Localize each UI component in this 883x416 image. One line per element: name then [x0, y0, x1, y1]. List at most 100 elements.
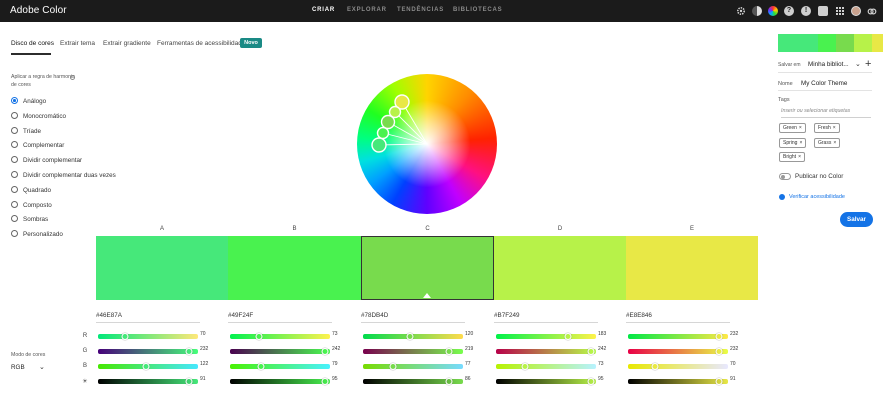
radio-button[interactable]	[11, 126, 18, 134]
tag-chip[interactable]: Bright ×	[779, 152, 805, 162]
green-slider[interactable]	[628, 347, 728, 355]
harmony-rule-option[interactable]: Complementar	[11, 141, 64, 151]
red-slider[interactable]	[230, 332, 330, 340]
gear-icon[interactable]	[736, 6, 746, 16]
channel-value[interactable]: 79	[332, 361, 348, 367]
channel-value[interactable]: 122	[200, 361, 216, 367]
tab-ferramentas-acessibilidade[interactable]: Ferramentas de acessibilidade	[157, 40, 246, 47]
nav-bibliotecas[interactable]: BIBLIOTECAS	[453, 7, 502, 13]
hex-input[interactable]: #78DB4D	[361, 312, 465, 323]
color-swatch[interactable]	[361, 236, 494, 300]
info-icon[interactable]	[70, 75, 75, 80]
blue-slider[interactable]	[230, 362, 330, 370]
grid-apps-icon[interactable]	[835, 6, 845, 16]
slider-handle[interactable]	[321, 347, 329, 355]
remove-tag-icon[interactable]: ×	[833, 140, 836, 146]
brightness-slider[interactable]	[363, 377, 463, 385]
tag-chip[interactable]: Fresh ×	[814, 123, 840, 133]
channel-value[interactable]: 77	[465, 361, 481, 367]
green-slider[interactable]	[496, 347, 596, 355]
green-slider[interactable]	[230, 347, 330, 355]
harmony-rule-option[interactable]: Dividir complementar duas vezes	[11, 171, 116, 181]
brightness-slider[interactable]	[628, 377, 728, 385]
tag-chip[interactable]: Spring ×	[779, 138, 807, 148]
remove-tag-icon[interactable]: ×	[833, 125, 836, 131]
chevron-down-icon[interactable]: ⌄	[39, 363, 45, 371]
harmony-rule-option[interactable]: Monocromático	[11, 111, 66, 122]
red-slider[interactable]	[363, 332, 463, 340]
harmony-rule-option[interactable]: Sombras	[11, 215, 48, 225]
channel-value[interactable]: 95	[598, 376, 614, 382]
blue-slider[interactable]	[628, 362, 728, 370]
slider-handle[interactable]	[257, 362, 265, 370]
channel-value[interactable]: 73	[598, 361, 614, 367]
library-select[interactable]: Minha bibliot...	[808, 61, 849, 68]
radio-button[interactable]	[11, 156, 18, 164]
slider-handle[interactable]	[715, 377, 723, 385]
app-title[interactable]: Adobe Color	[10, 5, 67, 16]
blue-slider[interactable]	[363, 362, 463, 370]
messages-icon[interactable]	[818, 6, 828, 16]
brightness-slider[interactable]	[230, 377, 330, 385]
radio-button[interactable]	[11, 215, 18, 223]
creative-cloud-icon[interactable]	[867, 6, 877, 16]
harmony-rule-option[interactable]: Tríade	[11, 126, 41, 137]
harmony-rule-option[interactable]: Personalizado	[11, 230, 63, 240]
radio-button[interactable]	[11, 200, 18, 208]
slider-handle[interactable]	[715, 347, 723, 355]
remove-tag-icon[interactable]: ×	[798, 154, 801, 160]
radio-button[interactable]	[11, 97, 18, 104]
blue-slider[interactable]	[496, 362, 596, 370]
slider-handle[interactable]	[142, 362, 150, 370]
blue-slider[interactable]	[98, 362, 198, 370]
tab-extrair-gradiente[interactable]: Extrair gradiente	[103, 40, 151, 47]
brightness-slider[interactable]	[98, 377, 198, 385]
add-library-icon[interactable]: +	[865, 58, 871, 70]
wheel-handles[interactable]	[357, 74, 497, 214]
channel-value[interactable]: 232	[730, 346, 746, 352]
harmony-rule-option[interactable]: Quadrado	[11, 185, 51, 196]
avatar[interactable]	[851, 6, 861, 16]
channel-value[interactable]: 232	[200, 346, 216, 352]
channel-value[interactable]: 73	[332, 331, 348, 337]
help-icon[interactable]: ?	[784, 6, 794, 16]
slider-handle[interactable]	[255, 332, 263, 340]
color-wheel[interactable]	[357, 74, 497, 214]
tags-input[interactable]: Inserir ou selecionar etiquetas	[781, 108, 871, 118]
remove-tag-icon[interactable]: ×	[799, 125, 802, 131]
slider-handle[interactable]	[185, 377, 193, 385]
nav-tendencias[interactable]: TENDÊNCIAS	[397, 7, 444, 13]
theme-name-input[interactable]: My Color Theme	[801, 80, 847, 87]
channel-value[interactable]: 232	[730, 331, 746, 337]
brightness-slider[interactable]	[496, 377, 596, 385]
slider-handle[interactable]	[521, 362, 529, 370]
hex-input[interactable]: #B7F249	[494, 312, 598, 323]
slider-handle[interactable]	[651, 362, 659, 370]
channel-value[interactable]: 86	[465, 376, 481, 382]
slider-handle[interactable]	[587, 347, 595, 355]
nav-explorar[interactable]: EXPLORAR	[347, 7, 387, 13]
radio-button[interactable]	[11, 141, 18, 149]
harmony-rule-option[interactable]: Dividir complementar	[11, 156, 82, 166]
contrast-icon[interactable]	[752, 6, 762, 16]
slider-handle[interactable]	[564, 332, 572, 340]
channel-value[interactable]: 91	[200, 376, 216, 382]
channel-value[interactable]: 219	[465, 346, 481, 352]
radio-button[interactable]	[11, 111, 18, 119]
green-slider[interactable]	[363, 347, 463, 355]
accessibility-link[interactable]: Verificar acessibilidade	[789, 194, 845, 200]
slider-handle[interactable]	[587, 377, 595, 385]
red-slider[interactable]	[98, 332, 198, 340]
color-mode-select[interactable]: RGB	[11, 364, 25, 371]
radio-button[interactable]	[11, 185, 18, 193]
channel-value[interactable]: 242	[332, 346, 348, 352]
color-swatch[interactable]	[626, 236, 758, 300]
tag-chip[interactable]: Grass ×	[814, 138, 841, 148]
nav-criar[interactable]: CRIAR	[312, 7, 335, 13]
tab-disco-de-cores[interactable]: Disco de cores	[11, 40, 54, 47]
slider-handle[interactable]	[406, 332, 414, 340]
color-swatch[interactable]	[228, 236, 361, 300]
harmony-rule-option[interactable]: Análogo	[11, 97, 46, 107]
harmony-rule-option[interactable]: Composto	[11, 200, 52, 211]
radio-button[interactable]	[11, 171, 18, 178]
